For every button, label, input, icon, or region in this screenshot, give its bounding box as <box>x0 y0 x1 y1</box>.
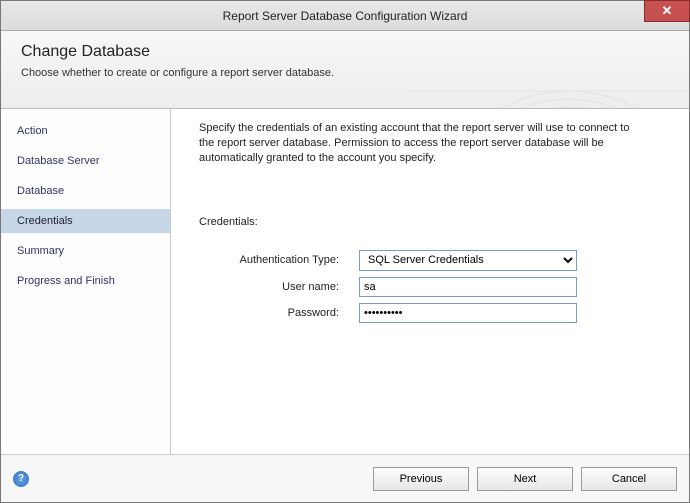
credentials-section-label: Credentials: <box>199 216 669 228</box>
sidebar-item-action[interactable]: Action <box>1 119 170 143</box>
wizard-steps-sidebar: Action Database Server Database Credenti… <box>1 109 171 454</box>
sidebar-item-database-server[interactable]: Database Server <box>1 149 170 173</box>
sidebar-item-progress-and-finish[interactable]: Progress and Finish <box>1 269 170 293</box>
page-title: Change Database <box>21 43 669 61</box>
password-input[interactable] <box>359 303 577 323</box>
wizard-window: Report Server Database Configuration Wiz… <box>0 0 690 503</box>
auth-type-row: Authentication Type: SQL Server Credenti… <box>199 250 669 271</box>
password-label: Password: <box>199 307 359 319</box>
next-button[interactable]: Next <box>477 467 573 491</box>
cancel-button[interactable]: Cancel <box>581 467 677 491</box>
username-input[interactable] <box>359 277 577 297</box>
content-panel: Specify the credentials of an existing a… <box>171 109 689 454</box>
sidebar-item-database[interactable]: Database <box>1 179 170 203</box>
username-label: User name: <box>199 281 359 293</box>
header-panel: Change Database Choose whether to create… <box>1 31 689 109</box>
auth-type-label: Authentication Type: <box>199 254 359 266</box>
username-row: User name: <box>199 277 669 297</box>
sidebar-item-summary[interactable]: Summary <box>1 239 170 263</box>
titlebar: Report Server Database Configuration Wiz… <box>1 1 689 31</box>
password-row: Password: <box>199 303 669 323</box>
auth-type-select[interactable]: SQL Server Credentials <box>359 250 577 271</box>
close-icon: ✕ <box>662 3 673 19</box>
page-subtitle: Choose whether to create or configure a … <box>21 67 669 79</box>
footer: ? Previous Next Cancel <box>1 454 689 502</box>
previous-button[interactable]: Previous <box>373 467 469 491</box>
sidebar-item-credentials[interactable]: Credentials <box>1 209 170 233</box>
window-title: Report Server Database Configuration Wiz… <box>1 9 689 23</box>
help-icon[interactable]: ? <box>13 471 29 487</box>
close-button[interactable]: ✕ <box>644 0 690 22</box>
instructions-text: Specify the credentials of an existing a… <box>199 121 639 166</box>
body: Action Database Server Database Credenti… <box>1 109 689 454</box>
